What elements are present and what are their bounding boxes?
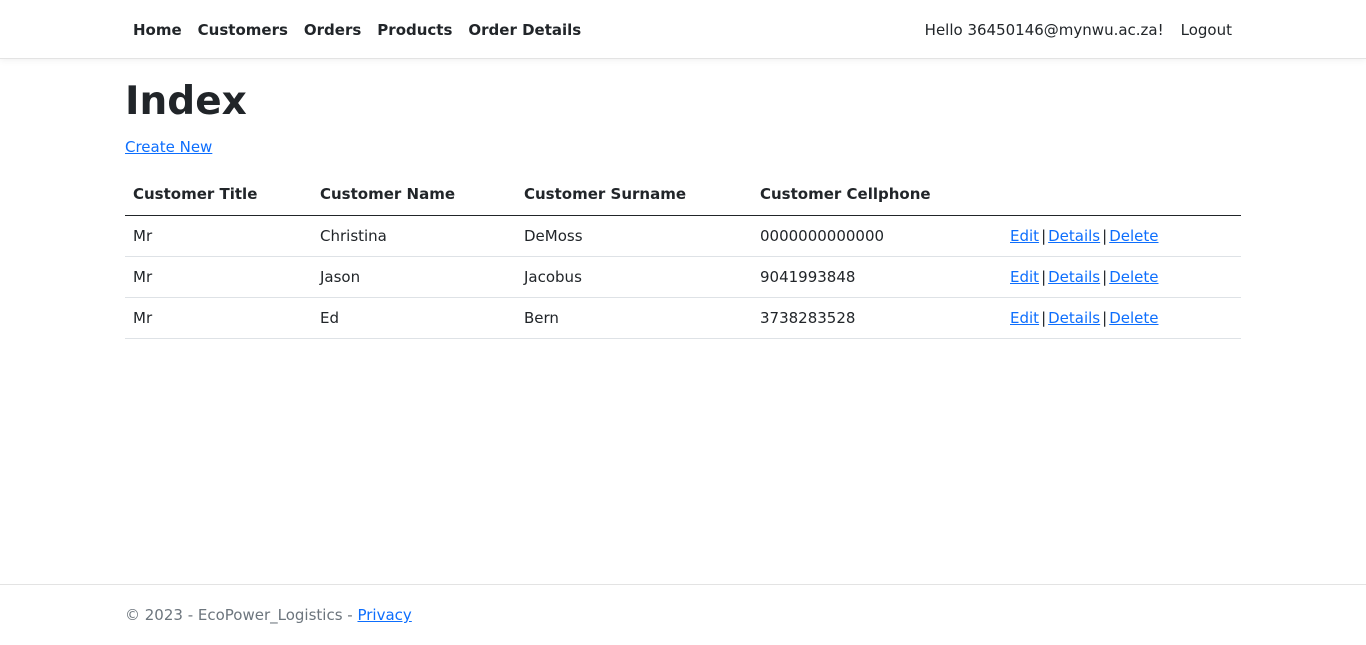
action-separator: | <box>1041 226 1047 245</box>
action-separator: | <box>1102 308 1108 327</box>
cell-name: Jason <box>312 256 516 298</box>
delete-link[interactable]: Delete <box>1109 268 1158 286</box>
edit-link[interactable]: Edit <box>1010 227 1039 245</box>
header-customer-title: Customer Title <box>125 174 312 216</box>
nav-home-link[interactable]: Home <box>125 21 190 39</box>
page-footer: © 2023 - EcoPower_Logistics - Privacy <box>0 584 1366 645</box>
cell-actions: Edit | Details | Delete <box>1002 256 1241 298</box>
action-separator: | <box>1041 308 1047 327</box>
footer-copyright: © 2023 - EcoPower_Logistics - <box>125 606 358 624</box>
table-row: Mr Jason Jacobus 9041993848 Edit | Details… <box>125 256 1241 298</box>
table-header-row: Customer Title Customer Name Customer Su… <box>125 174 1241 216</box>
action-separator: | <box>1102 267 1108 286</box>
nav-user-area: Hello 36450146@mynwu.ac.za! Logout <box>917 0 1241 59</box>
cell-name: Christina <box>312 215 516 257</box>
top-navbar: Home Customers Orders Products Order Det… <box>0 0 1366 59</box>
action-separator: | <box>1041 267 1047 286</box>
cell-cellphone: 0000000000000 <box>752 215 1002 257</box>
nav-orders-link[interactable]: Orders <box>296 21 369 39</box>
nav-links: Home Customers Orders Products Order Det… <box>125 0 589 59</box>
edit-link[interactable]: Edit <box>1010 309 1039 327</box>
page-title: Index <box>125 79 247 124</box>
cell-surname: Jacobus <box>516 256 752 298</box>
cell-actions: Edit | Details | Delete <box>1002 215 1241 257</box>
privacy-link[interactable]: Privacy <box>357 606 411 624</box>
nav-order-details-link[interactable]: Order Details <box>460 21 589 39</box>
main-content: Index Create New Customer Title Customer… <box>125 59 1241 339</box>
details-link[interactable]: Details <box>1048 227 1100 245</box>
cell-surname: DeMoss <box>516 215 752 257</box>
nav-products-link[interactable]: Products <box>369 21 460 39</box>
table-row: Mr Ed Bern 3738283528 Edit | Details | Delet… <box>125 297 1241 339</box>
nav-customers-link[interactable]: Customers <box>190 21 296 39</box>
header-customer-cellphone: Customer Cellphone <box>752 174 1002 216</box>
delete-link[interactable]: Delete <box>1109 309 1158 327</box>
cell-cellphone: 3738283528 <box>752 297 1002 339</box>
header-actions <box>1002 174 1241 216</box>
edit-link[interactable]: Edit <box>1010 268 1039 286</box>
action-separator: | <box>1102 226 1108 245</box>
cell-title: Mr <box>125 215 312 257</box>
details-link[interactable]: Details <box>1048 309 1100 327</box>
cell-title: Mr <box>125 297 312 339</box>
logout-button[interactable]: Logout <box>1172 21 1241 39</box>
table-row: Mr Christina DeMoss 0000000000000 Edit | D… <box>125 215 1241 257</box>
cell-cellphone: 9041993848 <box>752 256 1002 298</box>
delete-link[interactable]: Delete <box>1109 227 1158 245</box>
footer-content: © 2023 - EcoPower_Logistics - Privacy <box>125 606 412 624</box>
customers-table: Customer Title Customer Name Customer Su… <box>125 174 1241 339</box>
cell-surname: Bern <box>516 297 752 339</box>
cell-actions: Edit | Details | Delete <box>1002 297 1241 339</box>
header-customer-surname: Customer Surname <box>516 174 752 216</box>
details-link[interactable]: Details <box>1048 268 1100 286</box>
header-customer-name: Customer Name <box>312 174 516 216</box>
user-greeting[interactable]: Hello 36450146@mynwu.ac.za! <box>917 21 1172 39</box>
create-new-link[interactable]: Create New <box>125 138 212 156</box>
cell-name: Ed <box>312 297 516 339</box>
cell-title: Mr <box>125 256 312 298</box>
